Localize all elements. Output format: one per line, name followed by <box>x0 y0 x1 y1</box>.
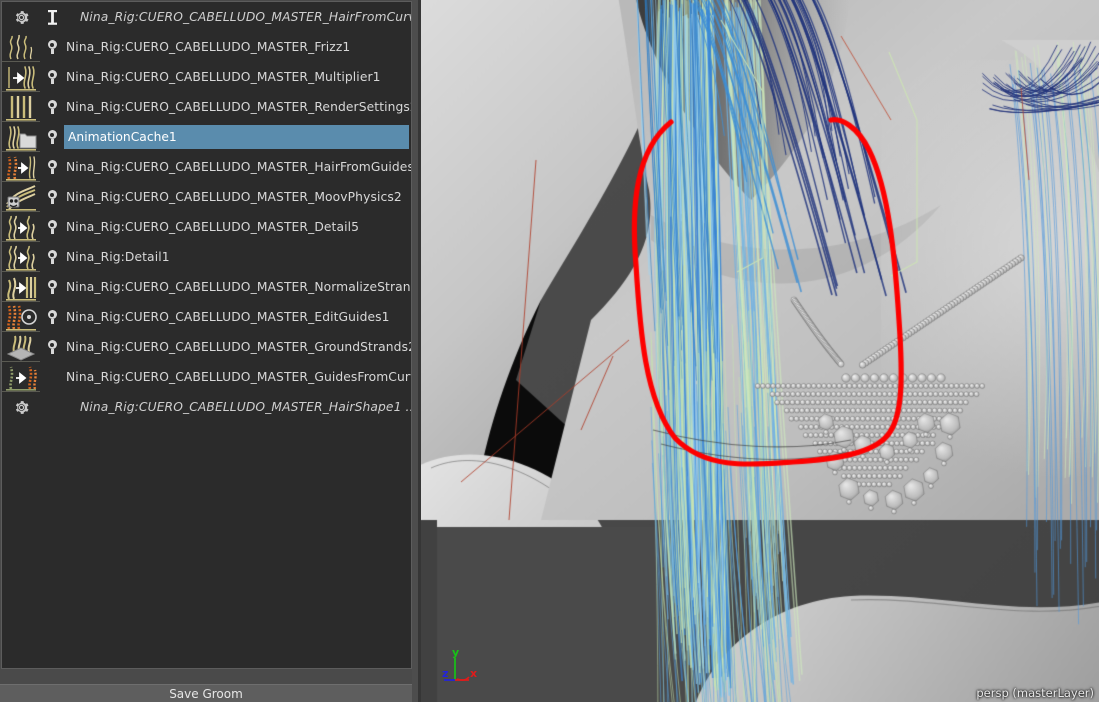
gear-icon <box>2 392 40 422</box>
node-row-header[interactable]: Nina_Rig:CUERO_CABELLUDO_MASTER_HairFrom… <box>2 2 411 32</box>
node-row-label: Nina_Rig:CUERO_CABELLUDO_MASTER_Detail5 <box>64 220 411 234</box>
node-row[interactable]: Nina_Rig:CUERO_CABELLUDO_MASTER_GuidesFr… <box>2 362 411 392</box>
detail-icon[interactable] <box>2 242 40 272</box>
moov-physics-icon[interactable] <box>2 182 40 212</box>
node-row[interactable]: Nina_Rig:CUERO_CABELLUDO_MASTER_GroundSt… <box>2 332 411 362</box>
node-list[interactable]: Nina_Rig:CUERO_CABELLUDO_MASTER_HairFrom… <box>2 2 411 668</box>
visibility-bulb-icon[interactable] <box>40 340 64 354</box>
node-row-label: Nina_Rig:CUERO_CABELLUDO_MASTER_RenderSe… <box>64 100 411 114</box>
node-row-label: Nina_Rig:CUERO_CABELLUDO_MASTER_EditGuid… <box>64 310 411 324</box>
viewport-3d[interactable]: y x z persp (masterLayer) <box>421 0 1099 702</box>
guides-from-curves-icon[interactable] <box>2 362 40 392</box>
node-row-label: Nina_Rig:CUERO_CABELLUDO_MASTER_GroundSt… <box>64 340 411 354</box>
visibility-bulb-icon[interactable] <box>40 220 64 234</box>
node-row-label: Nina_Rig:CUERO_CABELLUDO_MASTER_MoovPhys… <box>64 190 411 204</box>
node-list-panel: Nina_Rig:CUERO_CABELLUDO_MASTER_HairFrom… <box>0 0 420 702</box>
node-row-header-label: Nina_Rig:CUERO_CABELLUDO_MASTER_HairFrom… <box>64 10 411 24</box>
node-row[interactable]: Nina_Rig:Detail1 <box>2 242 411 272</box>
node-row-label: Nina_Rig:CUERO_CABELLUDO_MASTER_Multipli… <box>64 70 411 84</box>
hair-from-guides-icon[interactable] <box>2 152 40 182</box>
svg-text:y: y <box>452 646 459 659</box>
detail-icon[interactable] <box>2 212 40 242</box>
visibility-bulb-icon[interactable] <box>40 130 64 144</box>
groom-editor-window: Nina_Rig:CUERO_CABELLUDO_MASTER_HairFrom… <box>0 0 1099 702</box>
node-row-label: AnimationCache1 <box>68 125 177 149</box>
save-groom-button[interactable]: Save Groom <box>0 684 412 702</box>
viewport-camera-label: persp (masterLayer) <box>976 686 1094 700</box>
axis-gizmo: y x z <box>441 642 487 688</box>
visibility-bulb-icon[interactable] <box>40 160 64 174</box>
svg-text:z: z <box>442 667 448 680</box>
visibility-bulb-icon[interactable] <box>40 250 64 264</box>
node-row-label: Nina_Rig:CUERO_CABELLUDO_MASTER_Frizz1 <box>64 40 411 54</box>
visibility-bulb-icon[interactable] <box>40 40 64 54</box>
node-row-footer-label: Nina_Rig:CUERO_CABELLUDO_MASTER_HairShap… <box>64 400 411 414</box>
visibility-bulb-icon[interactable] <box>40 100 64 114</box>
node-row[interactable]: AnimationCache1 <box>2 122 411 152</box>
node-row-label: Nina_Rig:CUERO_CABELLUDO_MASTER_GuidesFr… <box>64 370 411 384</box>
panel-bottom-strip <box>0 670 420 684</box>
node-row[interactable]: Nina_Rig:CUERO_CABELLUDO_MASTER_Detail5 <box>2 212 411 242</box>
node-rows-container: Nina_Rig:CUERO_CABELLUDO_MASTER_Frizz1 Ni… <box>2 32 411 392</box>
frizz-icon[interactable] <box>2 32 40 62</box>
node-row-label: Nina_Rig:CUERO_CABELLUDO_MASTER_HairFrom… <box>64 160 411 174</box>
node-row[interactable]: Nina_Rig:CUERO_CABELLUDO_MASTER_RenderSe… <box>2 92 411 122</box>
gear-icon <box>2 2 40 32</box>
node-row-footer[interactable]: Nina_Rig:CUERO_CABELLUDO_MASTER_HairShap… <box>2 392 411 422</box>
node-row[interactable]: Nina_Rig:CUERO_CABELLUDO_MASTER_Frizz1 <box>2 32 411 62</box>
i-beam-marker-icon <box>40 10 64 25</box>
ground-strands-icon[interactable] <box>2 332 40 362</box>
edit-guides-icon[interactable] <box>2 302 40 332</box>
node-row[interactable]: Nina_Rig:CUERO_CABELLUDO_MASTER_MoovPhys… <box>2 182 411 212</box>
visibility-bulb-icon[interactable] <box>40 310 64 324</box>
node-row[interactable]: Nina_Rig:CUERO_CABELLUDO_MASTER_Normaliz… <box>2 272 411 302</box>
viewport-render-canvas[interactable] <box>421 0 1099 702</box>
node-row-label: Nina_Rig:Detail1 <box>64 250 411 264</box>
node-row[interactable]: Nina_Rig:CUERO_CABELLUDO_MASTER_EditGuid… <box>2 302 411 332</box>
node-row[interactable]: Nina_Rig:CUERO_CABELLUDO_MASTER_HairFrom… <box>2 152 411 182</box>
animation-cache-icon[interactable] <box>2 122 40 152</box>
visibility-bulb-icon[interactable] <box>40 190 64 204</box>
multiplier-icon[interactable] <box>2 62 40 92</box>
visibility-bulb-icon[interactable] <box>40 70 64 84</box>
node-list-frame: Nina_Rig:CUERO_CABELLUDO_MASTER_HairFrom… <box>1 1 412 669</box>
node-row[interactable]: Nina_Rig:CUERO_CABELLUDO_MASTER_Multipli… <box>2 62 411 92</box>
normalize-strands-icon[interactable] <box>2 272 40 302</box>
svg-text:x: x <box>470 667 477 680</box>
visibility-bulb-icon[interactable] <box>40 280 64 294</box>
node-row-label: Nina_Rig:CUERO_CABELLUDO_MASTER_Normaliz… <box>64 280 411 294</box>
render-settings-icon[interactable] <box>2 92 40 122</box>
